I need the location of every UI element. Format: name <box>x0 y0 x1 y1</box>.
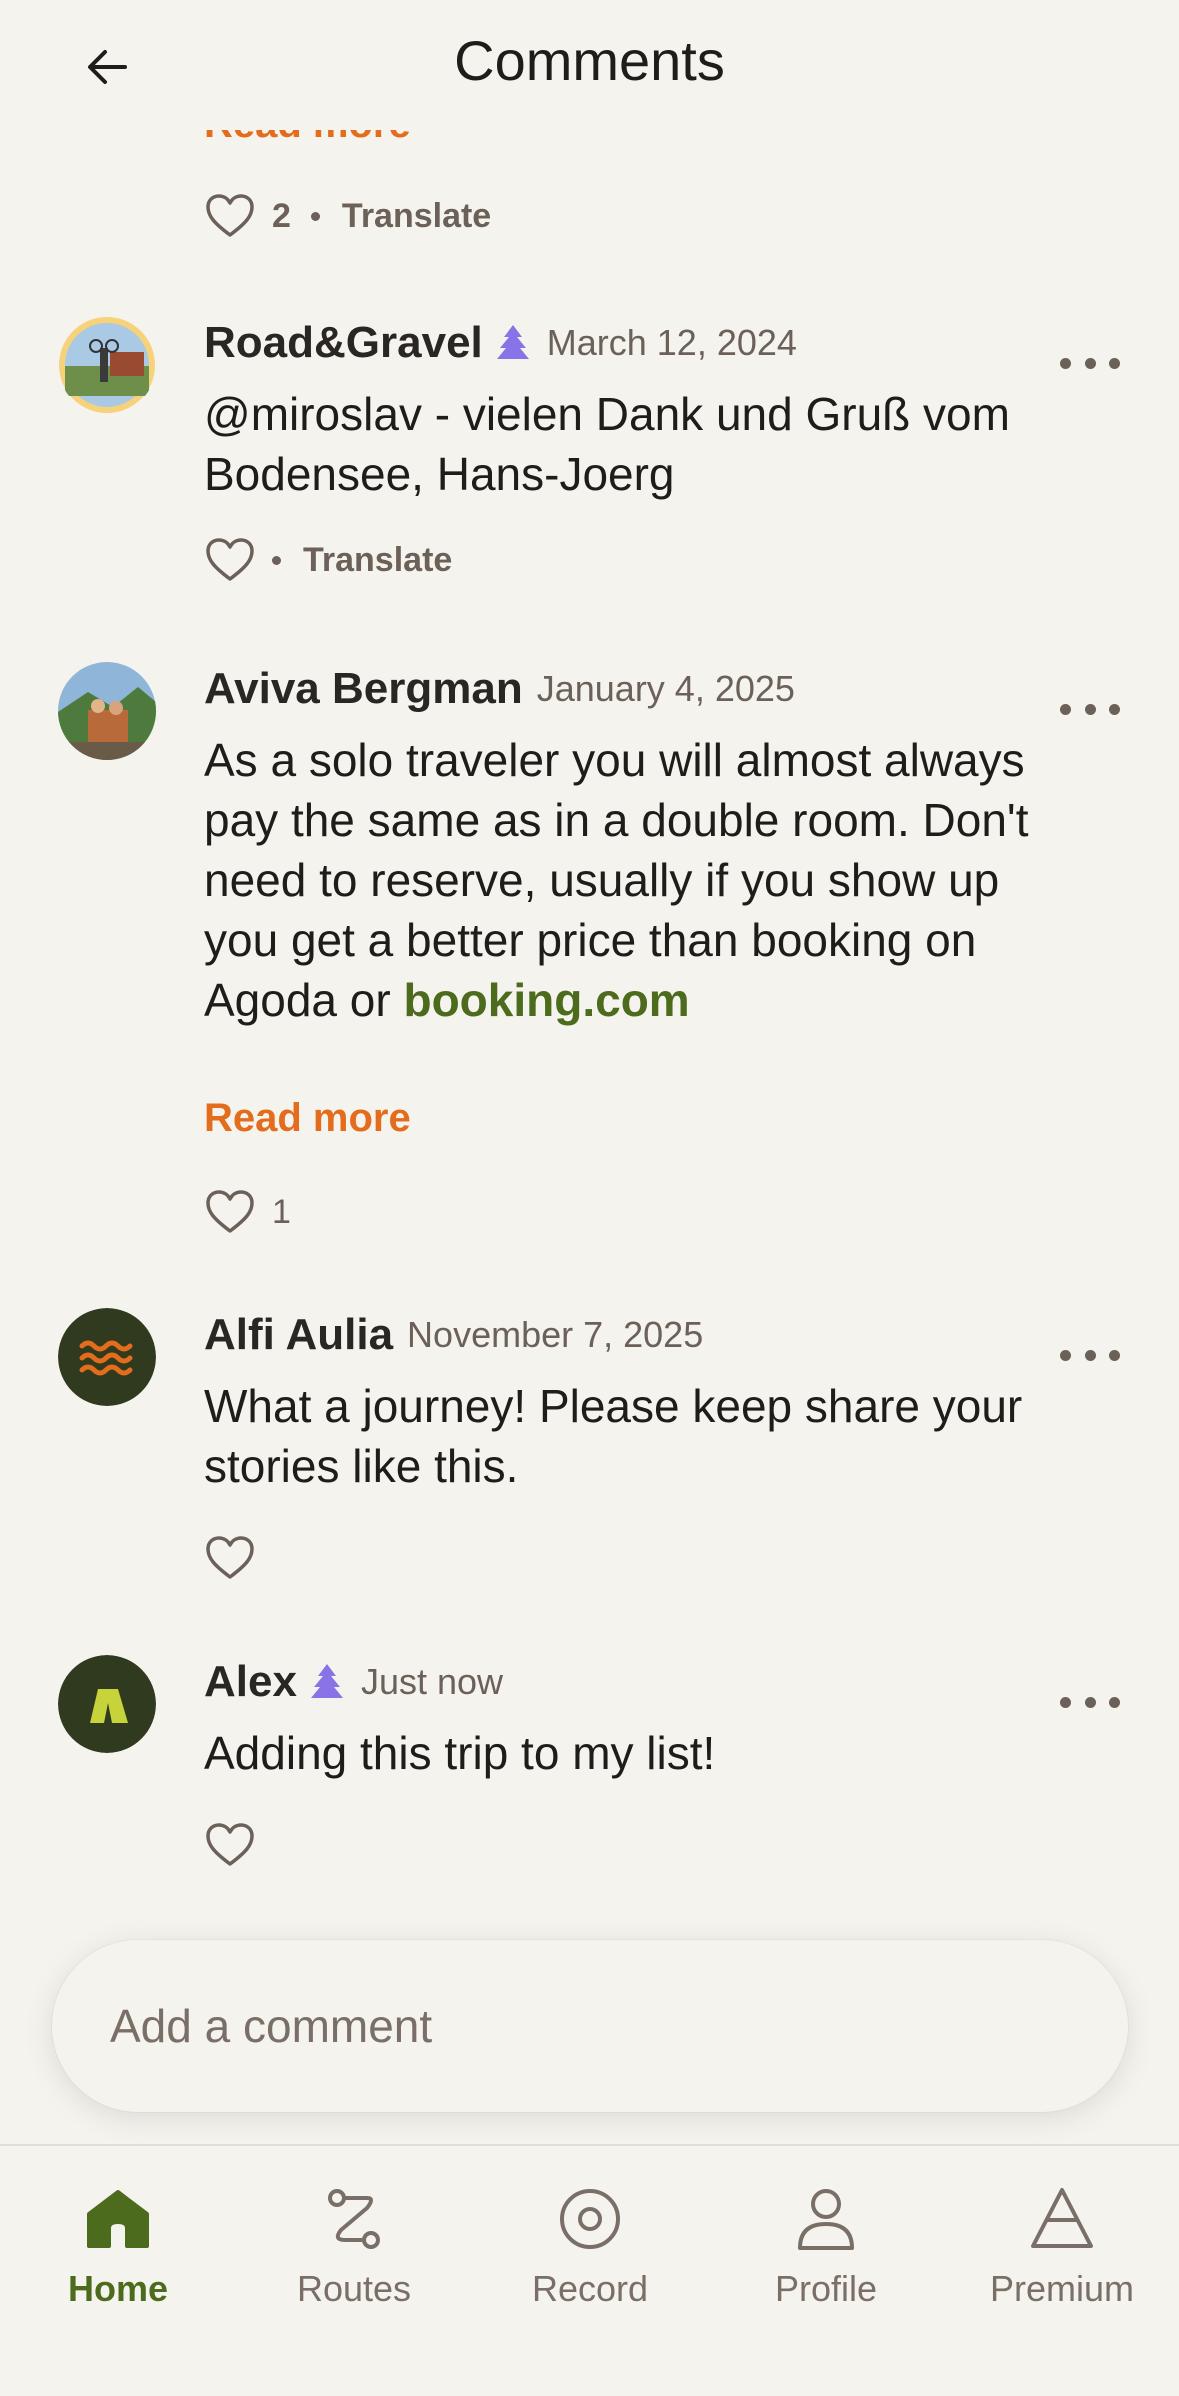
profile-icon <box>798 2189 854 2250</box>
comment-text: What a journey! Please keep share your s… <box>204 1380 1023 1492</box>
more-options-button[interactable] <box>1060 348 1120 378</box>
heart-icon[interactable] <box>204 536 256 584</box>
more-options-button[interactable] <box>1060 694 1120 724</box>
comment-header: Alex Just now <box>204 1657 503 1707</box>
comments-screen: Read more 2 Translate <box>0 0 1179 2396</box>
premium-tree-icon <box>310 1664 343 1698</box>
nav-item-routes[interactable]: Routes <box>236 2166 472 2316</box>
comment-input[interactable] <box>110 1940 1128 2112</box>
separator-dot <box>272 555 281 565</box>
translate-button[interactable]: Translate <box>342 197 491 236</box>
comment-actions <box>204 1821 272 1869</box>
author-name[interactable]: Alex <box>204 1657 297 1707</box>
nav-label-record: Record <box>531 2268 649 2309</box>
author-name[interactable]: Aviva Bergman <box>204 664 523 714</box>
comment-date: January 4, 2025 <box>536 668 795 709</box>
like-count: 1 <box>272 1192 291 1231</box>
heart-icon[interactable] <box>204 1821 256 1869</box>
routes-icon <box>328 2189 380 2249</box>
nav-label-profile: Profile <box>774 2268 878 2309</box>
comment-text: Adding this trip to my list! <box>204 1727 716 1779</box>
comment-date: March 12, 2024 <box>546 322 797 363</box>
home-icon <box>87 2190 149 2248</box>
comment-input-container[interactable] <box>52 1940 1128 2112</box>
avatar[interactable] <box>58 662 156 760</box>
top-bar: Comments <box>0 0 1179 130</box>
heart-icon[interactable] <box>204 192 256 240</box>
premium-tree-icon <box>496 325 529 359</box>
comment-actions <box>204 1534 272 1582</box>
nav-label-home: Home <box>67 2268 169 2309</box>
nav-item-premium[interactable]: Premium <box>944 2166 1179 2316</box>
heart-icon[interactable] <box>204 1188 256 1236</box>
comment-date: Just now <box>360 1661 504 1702</box>
comment-header: Alfi Aulia November 7, 2025 <box>204 1310 703 1360</box>
comment-text: As a solo traveler you will almost alway… <box>204 730 1044 1030</box>
comment-actions: 2 Translate <box>204 192 491 240</box>
read-more-link[interactable]: Read more <box>204 1096 411 1141</box>
nav-item-record[interactable]: Record <box>472 2166 708 2316</box>
comment-header: Aviva Bergman January 4, 2025 <box>204 664 795 714</box>
comment-actions: Translate <box>204 536 452 584</box>
comment-header: Road&Gravel March 12, 2024 <box>204 318 797 368</box>
comment-text: @miroslav - vielen Dank und Gruß vom Bod… <box>204 388 1010 500</box>
page-title: Comments <box>454 29 725 92</box>
more-options-button[interactable] <box>1060 1340 1120 1370</box>
more-options-button[interactable] <box>1060 1687 1120 1717</box>
translate-button[interactable]: Translate <box>303 541 452 580</box>
avatar[interactable] <box>58 1655 156 1753</box>
nav-item-home[interactable]: Home <box>0 2166 236 2316</box>
like-count: 2 <box>272 196 291 235</box>
avatar[interactable] <box>58 1308 156 1406</box>
separator-dot <box>310 211 320 221</box>
premium-icon <box>1031 2188 1093 2248</box>
comment-date: November 7, 2025 <box>407 1314 704 1355</box>
booking-link[interactable]: booking.com <box>403 974 689 1026</box>
avatar[interactable] <box>58 316 156 414</box>
record-icon <box>560 2189 620 2249</box>
author-name[interactable]: Road&Gravel <box>204 318 483 368</box>
author-name[interactable]: Alfi Aulia <box>204 1310 393 1360</box>
nav-item-profile[interactable]: Profile <box>708 2166 944 2316</box>
nav-label-routes: Routes <box>296 2268 412 2309</box>
comment-actions: 1 <box>204 1188 311 1236</box>
heart-icon[interactable] <box>204 1534 256 1582</box>
nav-label-premium: Premium <box>989 2268 1135 2309</box>
bottom-navigation: Home Routes Record Profile Premium <box>0 2144 1179 2396</box>
